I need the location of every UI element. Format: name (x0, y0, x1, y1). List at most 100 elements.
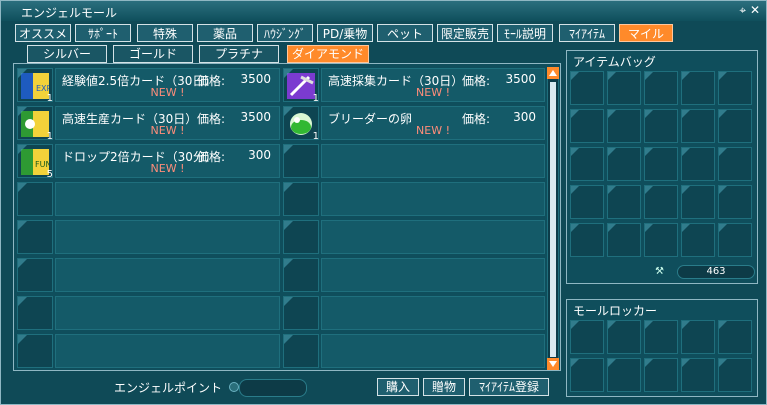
titlebar-controls: ⌖ ✕ (739, 3, 760, 18)
tab-housing[interactable]: ﾊｳｼﾞﾝｸﾞ (257, 24, 313, 42)
bag-slot[interactable] (644, 147, 678, 181)
tab-mall-guide[interactable]: ﾓｰﾙ説明 (497, 24, 553, 42)
bag-slot[interactable] (681, 223, 715, 257)
tab-special[interactable]: 特殊 (137, 24, 193, 42)
item-list-panel: EXP 1 経験値2.5倍カード（30日） 価格: 3500 NEW ! 1 高… (13, 63, 561, 371)
locker-slot[interactable] (681, 320, 715, 354)
item-bag-amount: 463 (677, 265, 755, 279)
item-price: 3500 (240, 110, 271, 124)
item-card[interactable]: 高速採集カード（30日） 価格: 3500 NEW ! (321, 68, 545, 102)
item-slot[interactable]: 1 (283, 68, 319, 104)
bag-slot[interactable] (718, 223, 752, 257)
locker-slot[interactable] (644, 320, 678, 354)
bag-slot[interactable] (644, 223, 678, 257)
empty-card (55, 334, 280, 368)
item-card[interactable]: 高速生産カード（30日） 価格: 3500 NEW ! (55, 106, 280, 140)
item-card[interactable]: ドロップ2倍カード（30分） 価格: 300 NEW ! (55, 144, 280, 178)
title-bar[interactable]: エンジェルモール ⌖ ✕ (1, 1, 766, 21)
item-slot[interactable] (283, 144, 319, 178)
angel-point-icon (229, 382, 239, 392)
item-slot[interactable] (17, 334, 53, 368)
item-slot[interactable] (283, 220, 319, 254)
bag-slot[interactable] (570, 71, 604, 105)
bag-slot[interactable] (644, 185, 678, 219)
new-badge: NEW ! (150, 124, 185, 137)
drop-card-icon: FUN (21, 149, 49, 175)
empty-card (55, 296, 280, 330)
pin-icon[interactable]: ⌖ (739, 3, 746, 17)
item-slot[interactable] (283, 296, 319, 330)
bag-slot[interactable] (570, 223, 604, 257)
tab-pd-vehicle[interactable]: PD/乗物 (317, 24, 373, 42)
subtab-gold[interactable]: ゴールド (113, 45, 193, 63)
bag-slot[interactable] (570, 109, 604, 143)
bag-slot[interactable] (681, 147, 715, 181)
item-slot[interactable] (17, 258, 53, 292)
item-slot[interactable]: 1 (283, 106, 319, 142)
angel-point-label: エンジェルポイント (114, 381, 223, 395)
item-slot[interactable] (17, 296, 53, 330)
locker-slot[interactable] (718, 320, 752, 354)
item-count: 5 (46, 169, 53, 180)
bag-slot[interactable] (570, 185, 604, 219)
tab-my-item[interactable]: ﾏｲｱｲﾃﾑ (559, 24, 615, 42)
subtab-silver[interactable]: シルバー (27, 45, 107, 63)
scroll-down-icon[interactable] (547, 358, 559, 370)
bag-slot[interactable] (607, 223, 641, 257)
tab-limited[interactable]: 限定販売 (437, 24, 493, 42)
svg-text:FUN: FUN (35, 160, 49, 169)
mall-locker-title: モールロッカー (573, 304, 658, 318)
empty-card (55, 258, 280, 292)
footer-bar: エンジェルポイント 購入 贈物 ﾏｲｱｲﾃﾑ登録 (1, 374, 766, 404)
bag-slot[interactable] (681, 109, 715, 143)
bag-slot[interactable] (718, 147, 752, 181)
tab-osusume[interactable]: オススメ (15, 24, 71, 42)
window-title: エンジェルモール (21, 6, 118, 20)
locker-slot[interactable] (570, 320, 604, 354)
item-row (14, 182, 562, 216)
bag-slot[interactable] (718, 109, 752, 143)
bag-slot[interactable] (644, 109, 678, 143)
item-list-scrollbar[interactable] (547, 67, 559, 370)
bag-slot[interactable] (607, 109, 641, 143)
subtab-diamond[interactable]: ダイアモンド (287, 45, 369, 63)
subtab-platinum[interactable]: プラチナ (199, 45, 279, 63)
item-card[interactable]: 経験値2.5倍カード（30日） 価格: 3500 NEW ! (55, 68, 280, 102)
tab-support[interactable]: ｻﾎﾟｰﾄ (75, 24, 131, 42)
item-count: 1 (46, 93, 53, 104)
bag-slot[interactable] (644, 71, 678, 105)
scroll-up-icon[interactable] (547, 67, 559, 79)
item-slot[interactable] (17, 220, 53, 254)
locker-slot[interactable] (607, 320, 641, 354)
tab-pet[interactable]: ペット (377, 24, 433, 42)
empty-card (321, 296, 545, 330)
bag-slot[interactable] (681, 71, 715, 105)
item-row (14, 220, 562, 254)
svg-text:EXP: EXP (36, 84, 49, 93)
buy-button[interactable]: 購入 (377, 378, 419, 396)
item-slot[interactable] (283, 258, 319, 292)
item-slot[interactable]: FUN 5 (17, 144, 53, 180)
empty-card (321, 182, 545, 216)
item-row (14, 258, 562, 292)
tab-mile[interactable]: マイル (619, 24, 673, 42)
my-item-register-button[interactable]: ﾏｲｱｲﾃﾑ登録 (469, 378, 549, 396)
bag-slot[interactable] (607, 147, 641, 181)
bag-slot[interactable] (570, 147, 604, 181)
item-slot[interactable]: 1 (17, 106, 53, 142)
item-card[interactable]: ブリーダーの卵 価格: 300 NEW ! (321, 106, 545, 140)
bag-slot[interactable] (718, 71, 752, 105)
item-slot[interactable]: EXP 1 (17, 68, 53, 104)
bag-slot[interactable] (718, 185, 752, 219)
item-slot[interactable] (283, 334, 319, 368)
bag-slot[interactable] (607, 71, 641, 105)
gift-button[interactable]: 贈物 (423, 378, 465, 396)
tab-medicine[interactable]: 薬品 (197, 24, 253, 42)
item-slot[interactable] (283, 182, 319, 216)
bag-slot[interactable] (681, 185, 715, 219)
item-row: EXP 1 経験値2.5倍カード（30日） 価格: 3500 NEW ! 1 高… (14, 68, 562, 104)
close-icon[interactable]: ✕ (750, 3, 760, 17)
bag-slot[interactable] (607, 185, 641, 219)
scroll-thumb[interactable] (550, 82, 556, 357)
item-slot[interactable] (17, 182, 53, 216)
